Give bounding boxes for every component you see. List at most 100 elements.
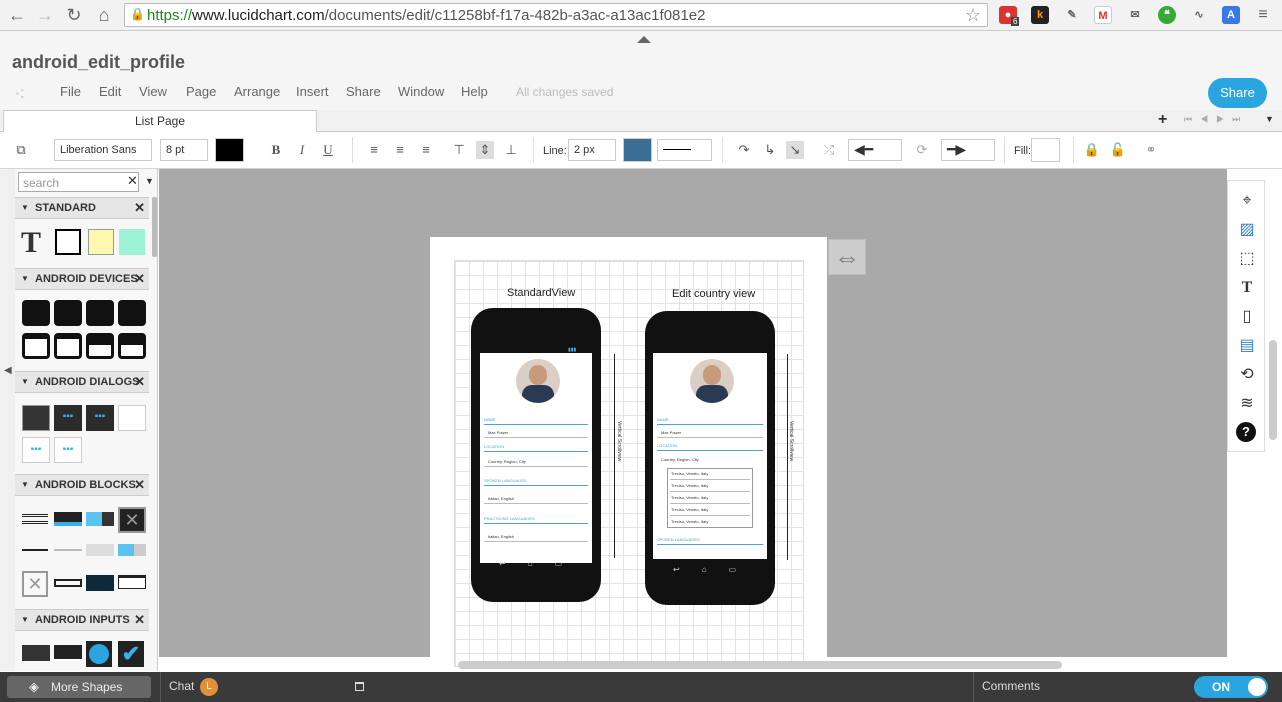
section-android-dialogs[interactable]: ▼ ANDROID DIALOGS ✕ — [15, 371, 149, 393]
block-shape[interactable] — [118, 544, 146, 556]
collapse-left-icon[interactable]: ◀ — [4, 365, 12, 376]
device-shape[interactable] — [22, 300, 50, 326]
image-icon[interactable]: ▨ — [1236, 219, 1258, 241]
dialog-shape[interactable]: ▪▪▪ — [54, 437, 82, 463]
dialog-shape[interactable]: ▪▪▪ — [86, 405, 114, 431]
vertical-scrollbar[interactable] — [1269, 340, 1277, 440]
android-phone-edit-country[interactable]: NAME Max Power LOCATION Country, Region,… — [645, 311, 775, 605]
menu-arrange[interactable]: Arrange — [234, 84, 280, 99]
section-standard[interactable]: ▼ STANDARD ✕ — [15, 197, 149, 219]
horizontal-scrollbar[interactable] — [458, 661, 1062, 669]
crosshair-icon[interactable]: ⌖ — [1236, 190, 1258, 212]
list-item[interactable]: Treviso, Veneto, Italy — [671, 471, 708, 476]
align-right-icon[interactable]: ≡ — [417, 141, 435, 159]
back-icon[interactable]: ← — [6, 5, 28, 25]
menu-share[interactable]: Share — [346, 84, 381, 99]
input-shape[interactable] — [54, 645, 82, 661]
link-icon[interactable]: ⚭ — [1142, 141, 1160, 159]
unlock-shape-icon[interactable]: 🔓 — [1109, 141, 1127, 159]
drawing-canvas[interactable]: StandardView Edit country view ▮▮▮ NAME … — [159, 169, 1227, 667]
list-item[interactable]: Treviso, Veneto, Italy — [671, 483, 708, 488]
star-icon[interactable]: ☆ — [965, 5, 981, 26]
lucid-logo-icon[interactable]: ⁖ — [14, 82, 26, 107]
eyedropper-icon[interactable]: ✎ — [1063, 6, 1081, 24]
mail-icon[interactable]: ✉ — [1126, 6, 1144, 24]
device-shape[interactable] — [86, 333, 114, 359]
menu-view[interactable]: View — [139, 84, 167, 99]
align-left-icon[interactable]: ≡ — [365, 141, 383, 159]
history-icon[interactable]: ⟲ — [1236, 364, 1258, 386]
device-shape[interactable] — [54, 333, 82, 359]
close-section-icon[interactable]: ✕ — [134, 610, 145, 630]
straight-line-icon[interactable]: ↘ — [786, 141, 804, 159]
block-shape[interactable] — [86, 544, 114, 556]
block-shape[interactable] — [54, 579, 82, 587]
dialog-shape[interactable]: ▪▪▪ — [22, 437, 50, 463]
fill-color-swatch[interactable] — [1031, 138, 1060, 162]
valign-bottom-icon[interactable]: ⊥ — [502, 141, 520, 159]
block-shape[interactable] — [54, 512, 82, 526]
menu-edit[interactable]: Edit — [99, 84, 121, 99]
section-android-blocks[interactable]: ▼ ANDROID BLOCKS ✕ — [15, 474, 149, 496]
device-shape[interactable] — [54, 300, 82, 326]
list-item[interactable]: Treviso, Veneto, Italy — [671, 519, 708, 524]
device-shape[interactable] — [22, 333, 50, 359]
close-section-icon[interactable]: ✕ — [134, 372, 145, 392]
block-shape[interactable] — [86, 512, 114, 526]
list-item[interactable]: Treviso, Veneto, Italy — [671, 507, 708, 512]
translate-icon[interactable]: A — [1222, 6, 1240, 24]
page-menu-icon[interactable]: ▼ — [1265, 114, 1274, 124]
popout-chat-icon[interactable] — [355, 682, 364, 691]
panel-scrollbar[interactable] — [152, 197, 157, 257]
section-android-devices[interactable]: ▼ ANDROID DEVICES ✕ — [15, 268, 149, 290]
phone1-title[interactable]: StandardView — [507, 287, 575, 299]
address-bar[interactable]: 🔒 https://www.lucidchart.com/documents/e… — [124, 3, 988, 27]
device-shape[interactable] — [118, 333, 146, 359]
divider-shape[interactable] — [22, 549, 48, 551]
line-style-select[interactable] — [657, 139, 712, 161]
line-end-select[interactable]: ━▶ — [941, 139, 995, 161]
extension-k-icon[interactable]: k — [1031, 6, 1049, 24]
list-item[interactable]: Treviso, Veneto, Italy — [671, 495, 708, 500]
rectangle-shape[interactable] — [55, 229, 81, 255]
resize-shape-icon[interactable]: ⬚ — [1236, 248, 1258, 270]
device-shape[interactable] — [86, 300, 114, 326]
close-section-icon[interactable]: ✕ — [134, 198, 145, 218]
menu-help[interactable]: Help — [461, 84, 488, 99]
document-page[interactable]: StandardView Edit country view ▮▮▮ NAME … — [430, 237, 827, 667]
divider-shape[interactable] — [54, 549, 82, 551]
block-shape[interactable]: ✕ — [118, 507, 146, 533]
line-color-swatch[interactable] — [623, 138, 652, 162]
clear-search-icon[interactable]: ✕ — [127, 173, 138, 189]
comments-toggle[interactable]: ON — [1194, 676, 1268, 698]
block-shape[interactable] — [86, 575, 114, 591]
resize-page-handle[interactable]: ⇔ — [828, 239, 866, 275]
chat-user-avatar[interactable]: L — [200, 678, 218, 696]
menu-file[interactable]: File — [60, 84, 81, 99]
chat-label[interactable]: Chat — [169, 679, 194, 693]
document-title[interactable]: android_edit_profile — [12, 52, 185, 73]
align-center-icon[interactable]: ≡ — [391, 141, 409, 159]
dialog-shape[interactable] — [22, 405, 50, 431]
help-icon[interactable]: ? — [1236, 422, 1256, 442]
close-section-icon[interactable]: ✕ — [134, 269, 145, 289]
text-shape-icon[interactable]: T — [21, 226, 41, 260]
swap-arrows-icon[interactable]: ⟳ — [913, 141, 931, 159]
shape-search-input[interactable]: search ✕ — [18, 172, 139, 192]
input-shape[interactable] — [22, 645, 50, 661]
menu-insert[interactable]: Insert — [296, 84, 329, 99]
block-shape[interactable] — [119, 229, 145, 255]
underline-button[interactable]: U — [319, 141, 337, 159]
line-width-stepper[interactable]: 2 px — [568, 139, 616, 161]
line-jump-icon[interactable]: ⤮ — [820, 141, 838, 159]
android-phone-standard[interactable]: ▮▮▮ NAME Max Power LOCATION Country, Reg… — [471, 308, 601, 602]
italic-button[interactable]: I — [293, 141, 311, 159]
document-text-icon[interactable]: ▤ — [1236, 335, 1258, 357]
page-nav-icons[interactable]: ⏮◀▶⏭ — [1184, 114, 1248, 125]
note-shape[interactable] — [88, 229, 114, 255]
text-icon[interactable]: T — [1236, 277, 1258, 299]
tab-list-page[interactable]: List Page — [3, 110, 317, 133]
placeholder-shape[interactable]: ✕ — [22, 571, 48, 597]
gmail-icon[interactable]: M — [1094, 6, 1112, 24]
text-color-swatch[interactable] — [215, 138, 244, 162]
